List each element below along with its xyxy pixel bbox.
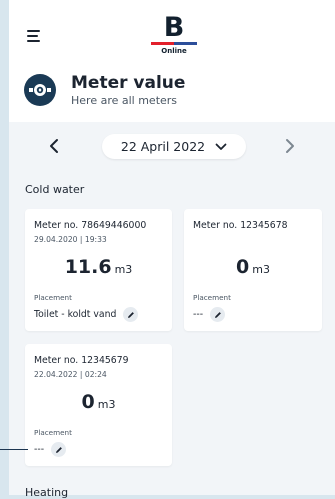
meter-card[interactable]: Meter no. 12345679 22.04.2022 | 02:24 0m… (25, 344, 172, 466)
meter-card[interactable]: Meter no. 78649446000 29.04.2020 | 19:33… (25, 209, 172, 331)
app-logo: B Online (151, 14, 197, 55)
meter-date: 29.04.2020 | 19:33 (34, 235, 107, 244)
date-selector[interactable]: 22 April 2022 (102, 134, 246, 159)
meter-unit: m3 (252, 263, 270, 276)
callout-line (0, 449, 28, 450)
meter-number: Meter no. 12345678 (193, 220, 288, 231)
placement-label: Placement (34, 428, 72, 437)
meter-date: 22.04.2022 | 02:24 (34, 370, 107, 379)
meter-value: 0 (81, 391, 95, 413)
logo-stripe (151, 42, 197, 45)
selected-date: 22 April 2022 (120, 139, 206, 154)
meter-card[interactable]: Meter no. 12345678 0 m3 Placement --- (184, 209, 322, 331)
placement-label: Placement (34, 293, 72, 302)
placement-value: --- (34, 442, 67, 457)
section-heating: Heating (25, 486, 69, 499)
meter-reading: 0 m3 (25, 391, 172, 413)
meter-number: Meter no. 12345679 (34, 355, 129, 366)
edit-pencil-icon[interactable] (51, 442, 67, 457)
page-subtitle: Here are all meters (71, 94, 178, 107)
meter-value: 0 (236, 256, 250, 278)
logo-letter: B (163, 12, 185, 43)
placement-text: Toilet - koldt vand (34, 309, 117, 320)
page-heading: Meter value Here are all meters (24, 73, 185, 107)
logo-sub: Online (161, 47, 187, 55)
meter-number: Meter no. 78649446000 (34, 220, 147, 231)
date-navigator: 22 April 2022 (9, 132, 335, 162)
meter-value: 11.6 (64, 256, 112, 278)
header: B Online Meter value Here are all meters (9, 0, 335, 122)
meter-unit: m3 (97, 398, 116, 411)
edit-pencil-icon[interactable] (210, 307, 226, 322)
page-title: Meter value (71, 73, 186, 93)
menu-icon[interactable] (27, 30, 40, 42)
edit-pencil-icon[interactable] (123, 307, 139, 322)
previous-date-icon[interactable] (49, 138, 59, 156)
meter-icon (24, 74, 56, 106)
meter-reading: 0 m3 (184, 256, 322, 278)
placement-value: Toilet - koldt vand (34, 307, 139, 322)
meter-unit: m3 (114, 263, 133, 276)
placement-text: --- (34, 444, 45, 455)
placement-text: --- (193, 309, 204, 320)
placement-value: --- (193, 307, 226, 322)
meter-reading: 11.6 m3 (25, 256, 172, 278)
app-screen: B Online Meter value Here are all meters (9, 0, 335, 499)
placement-label: Placement (193, 293, 231, 302)
section-cold-water: Cold water (25, 183, 85, 196)
next-date-icon[interactable] (285, 138, 295, 156)
chevron-down-icon (215, 143, 227, 151)
